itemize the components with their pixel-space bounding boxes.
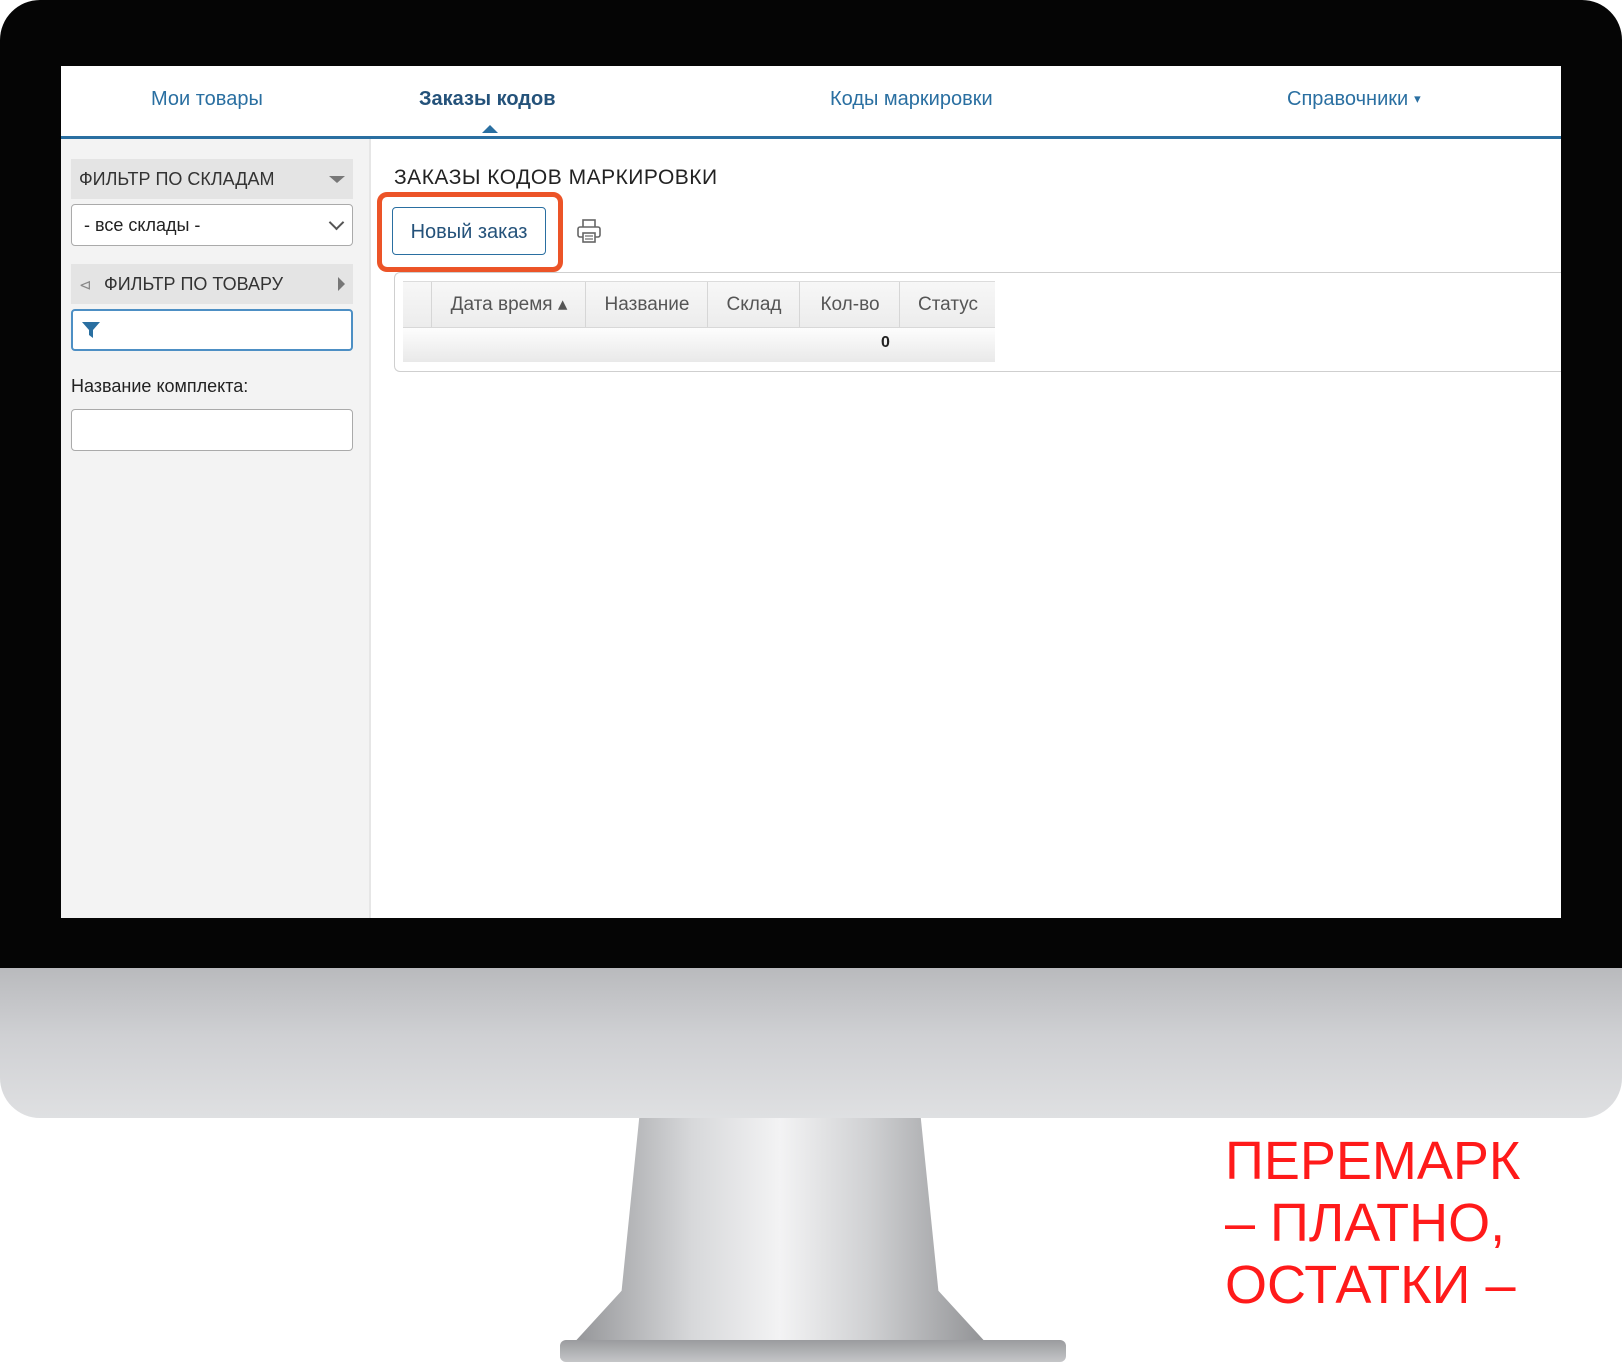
warehouse-filter-header[interactable]: ФИЛЬТР ПО СКЛАДАМ (71, 159, 353, 199)
pin-icon: ⊲ (79, 277, 92, 294)
caption-line-1: ПЕРЕМАРК (1225, 1131, 1521, 1191)
column-warehouse[interactable]: Склад (707, 282, 800, 328)
column-status[interactable]: Статус (899, 282, 996, 328)
page-title: ЗАКАЗЫ КОДОВ МАРКИРОВКИ (394, 166, 718, 189)
printer-icon[interactable] (575, 217, 603, 245)
nav-directories[interactable]: Справочники ▾ (1287, 88, 1421, 111)
warehouse-select[interactable]: - все склады - (71, 204, 353, 246)
collapse-arrow-icon (329, 176, 345, 183)
product-filter-header[interactable]: ⊲ ФИЛЬТР ПО ТОВАРУ (71, 264, 353, 304)
monitor-stand (560, 1118, 1000, 1358)
product-filter-title: ФИЛЬТР ПО ТОВАРУ (104, 274, 284, 294)
table-header: Дата время ▴ Название Склад Кол-во Стату… (403, 281, 995, 328)
expand-arrow-icon (338, 277, 345, 291)
nav-code-orders[interactable]: Заказы кодов (419, 88, 556, 111)
filter-funnel-icon (82, 322, 100, 338)
warehouse-select-value: - все склады - (84, 215, 201, 235)
app-screen: Мои товары Заказы кодов Коды маркировки … (61, 66, 1561, 918)
kit-name-label: Название комплекта: (71, 376, 249, 396)
top-nav: Мои товары Заказы кодов Коды маркировки … (61, 66, 1561, 139)
product-filter-input[interactable] (71, 309, 353, 351)
column-quantity[interactable]: Кол-во (799, 282, 900, 328)
chevron-down-icon: ▾ (1414, 91, 1421, 106)
table-footer: 0 (403, 327, 995, 362)
warehouse-filter-title: ФИЛЬТР ПО СКЛАДАМ (79, 169, 275, 189)
nav-my-products[interactable]: Мои товары (151, 88, 263, 111)
orders-table: Дата время ▴ Название Склад Кол-во Стату… (394, 272, 1561, 372)
nav-directories-label: Справочники (1287, 88, 1409, 110)
column-name[interactable]: Название (585, 282, 708, 328)
sidebar: ФИЛЬТР ПО СКЛАДАМ - все склады - ⊲ ФИЛЬТ… (61, 139, 371, 918)
monitor-stand-base (560, 1340, 1066, 1362)
total-quantity: 0 (881, 334, 890, 351)
nav-marking-codes[interactable]: Коды маркировки (830, 88, 993, 111)
caption-line-3: ОСТАТКИ – (1225, 1255, 1516, 1315)
column-date-time[interactable]: Дата время ▴ (431, 282, 586, 328)
chevron-down-icon (328, 214, 345, 231)
promo-caption: ПЕРЕМАРК – ПЛАТНО, ОСТАТКИ – (1225, 1130, 1622, 1362)
monitor-chin (0, 968, 1622, 1118)
row-selector-column (403, 282, 431, 328)
caption-line-2: – ПЛАТНО, (1225, 1193, 1506, 1253)
active-tab-indicator (482, 125, 498, 133)
new-order-button[interactable]: Новый заказ (392, 207, 546, 255)
kit-name-input[interactable] (71, 409, 353, 451)
